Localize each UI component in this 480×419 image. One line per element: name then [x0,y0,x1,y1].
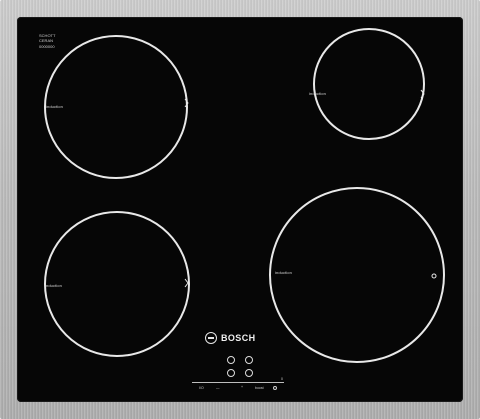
touch-key-bottom-left[interactable] [227,369,235,377]
bosch-logo-icon [205,332,217,344]
power-key-label[interactable]: I/O [199,386,204,390]
cooking-zone-rings [44,28,445,363]
control-strip-divider [192,382,284,383]
touch-key-top-right[interactable] [245,356,253,364]
timer-icon[interactable] [273,386,277,390]
boost-key-label[interactable]: boost [255,386,264,390]
touch-key-top-left[interactable] [227,356,235,364]
zone-label-back-left: induction [45,283,62,288]
zone-ring-back-left [44,211,190,357]
zone-label-front-right: induction [275,270,292,275]
zone-label-front-left: induction [46,104,63,109]
plus-key-label[interactable]: + [241,385,243,389]
zone-ring-back-right [313,28,425,140]
brand-name: BOSCH [221,333,256,343]
zone-marker-3 [184,278,189,288]
zone-ring-front-left [44,35,188,179]
zone-marker-4 [431,273,437,279]
indicator-label: 0 [281,377,283,381]
touch-key-bottom-right[interactable] [245,369,253,377]
zone-label-back-right: induction [309,91,326,96]
zone-ring-front-right [269,187,445,363]
minus-key-label[interactable]: — [216,386,220,390]
ceramic-glass-surface: SCHOTT CERAN 0000000 induction induction… [17,17,463,402]
